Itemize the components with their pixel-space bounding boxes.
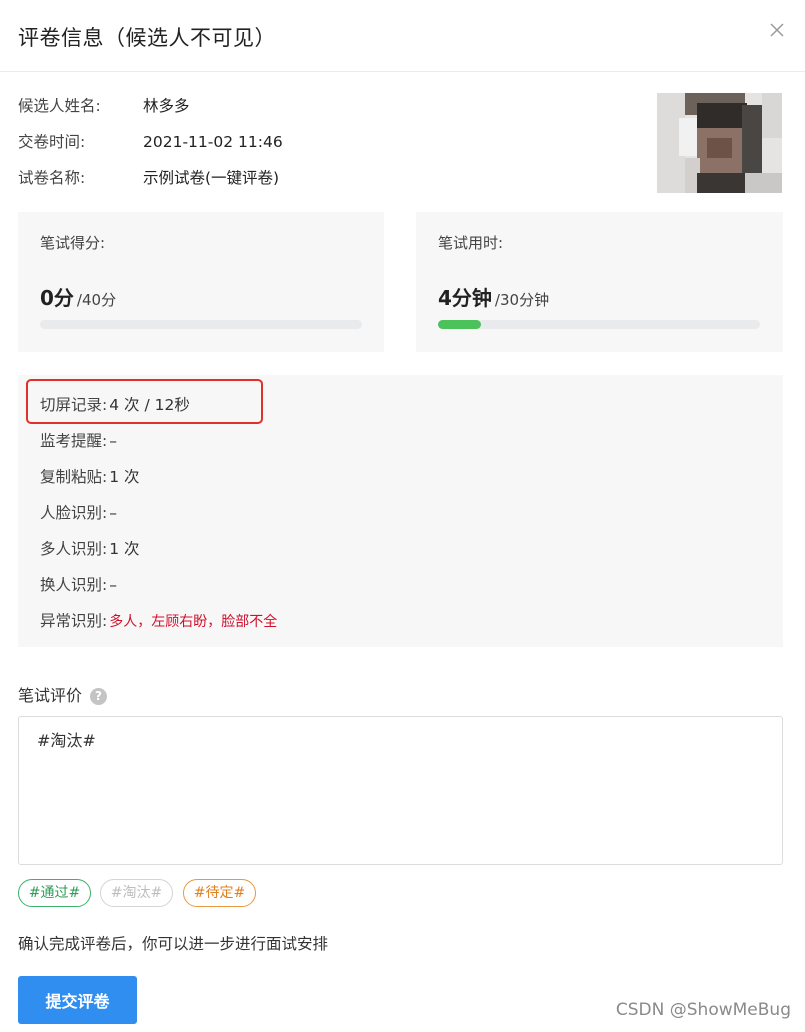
- person-swap-value: –: [109, 576, 117, 594]
- exam-name-value: 示例试卷(一键评卷): [143, 169, 280, 187]
- person-swap-row: 换人识别: –: [40, 573, 117, 597]
- evaluation-section-title: 笔试评价?: [18, 682, 108, 706]
- watermark: CSDN @ShowMeBug: [615, 1000, 791, 1020]
- copy-paste-label: 复制粘贴:: [40, 468, 108, 486]
- screen-switch-label: 切屏记录:: [40, 396, 108, 414]
- time-progress-bar: [438, 320, 760, 329]
- anomaly-value: 多人，左顾右盼，脸部不全: [109, 614, 278, 630]
- dialog-header: 评卷信息（候选人不可见）: [0, 0, 805, 72]
- anomaly-row: 异常识别: 多人，左顾右盼，脸部不全: [40, 609, 277, 633]
- proctoring-panel: 切屏记录: 4 次 / 12秒 监考提醒: – 复制粘贴: 1 次 人脸识别: – 多人…: [18, 375, 783, 647]
- submit-time-row: 交卷时间: 2021-11-02 11:46: [18, 130, 283, 154]
- anomaly-label: 异常识别:: [40, 612, 108, 630]
- multi-person-label: 多人识别:: [40, 540, 108, 558]
- time-value-wrap: 4分钟/30分钟: [438, 282, 549, 311]
- proctor-reminder-label: 监考提醒:: [40, 432, 108, 450]
- dialog-title: 评卷信息（候选人不可见）: [18, 26, 276, 50]
- person-swap-label: 换人识别:: [40, 576, 108, 594]
- face-recognition-value: –: [109, 504, 117, 522]
- score-label: 笔试得分:: [40, 234, 106, 252]
- face-recognition-label: 人脸识别:: [40, 504, 108, 522]
- close-icon[interactable]: [769, 22, 785, 38]
- screen-switch-row: 切屏记录: 4 次 / 12秒: [40, 393, 190, 417]
- time-card: 笔试用时: 4分钟/30分钟: [416, 212, 783, 352]
- evaluation-textarea[interactable]: #淘汰#: [18, 716, 783, 865]
- submit-time-value: 2021-11-02 11:46: [143, 133, 283, 151]
- multi-person-row: 多人识别: 1 次: [40, 537, 140, 561]
- evaluation-title: 笔试评价: [18, 686, 83, 705]
- multi-person-value: 1 次: [109, 540, 140, 558]
- screen-switch-value: 4 次 / 12秒: [109, 396, 190, 414]
- time-value: 4分钟: [438, 286, 492, 310]
- proctor-reminder-value: –: [109, 432, 117, 450]
- score-progress-bar: [40, 320, 362, 329]
- submit-evaluation-button[interactable]: 提交评卷: [18, 976, 137, 1024]
- face-recognition-row: 人脸识别: –: [40, 501, 117, 525]
- score-card: 笔试得分: 0分/40分: [18, 212, 384, 352]
- help-icon[interactable]: ?: [90, 688, 108, 705]
- copy-paste-value: 1 次: [109, 468, 140, 486]
- next-step-note: 确认完成评卷后，你可以进一步进行面试安排: [18, 935, 329, 953]
- exam-name-row: 试卷名称: 示例试卷(一键评卷): [18, 166, 279, 190]
- copy-paste-row: 复制粘贴: 1 次: [40, 465, 140, 489]
- time-progress-fill: [438, 320, 481, 329]
- tag-pass-button[interactable]: #通过#: [18, 879, 91, 907]
- candidate-name-label: 候选人姓名:: [18, 97, 101, 115]
- tag-fail-button[interactable]: #淘汰#: [100, 879, 173, 907]
- proctor-reminder-row: 监考提醒: –: [40, 429, 117, 453]
- exam-name-label: 试卷名称:: [18, 169, 86, 187]
- candidate-name-value: 林多多: [143, 97, 190, 115]
- score-value: 0分: [40, 286, 74, 310]
- candidate-photo: [657, 93, 782, 193]
- tag-pending-button[interactable]: #待定#: [183, 879, 256, 907]
- candidate-name-row: 候选人姓名: 林多多: [18, 94, 190, 118]
- time-label: 笔试用时:: [438, 234, 504, 252]
- time-max: /30分钟: [494, 291, 550, 309]
- score-value-wrap: 0分/40分: [40, 282, 116, 311]
- score-max: /40分: [76, 291, 117, 309]
- submit-time-label: 交卷时间:: [18, 133, 86, 151]
